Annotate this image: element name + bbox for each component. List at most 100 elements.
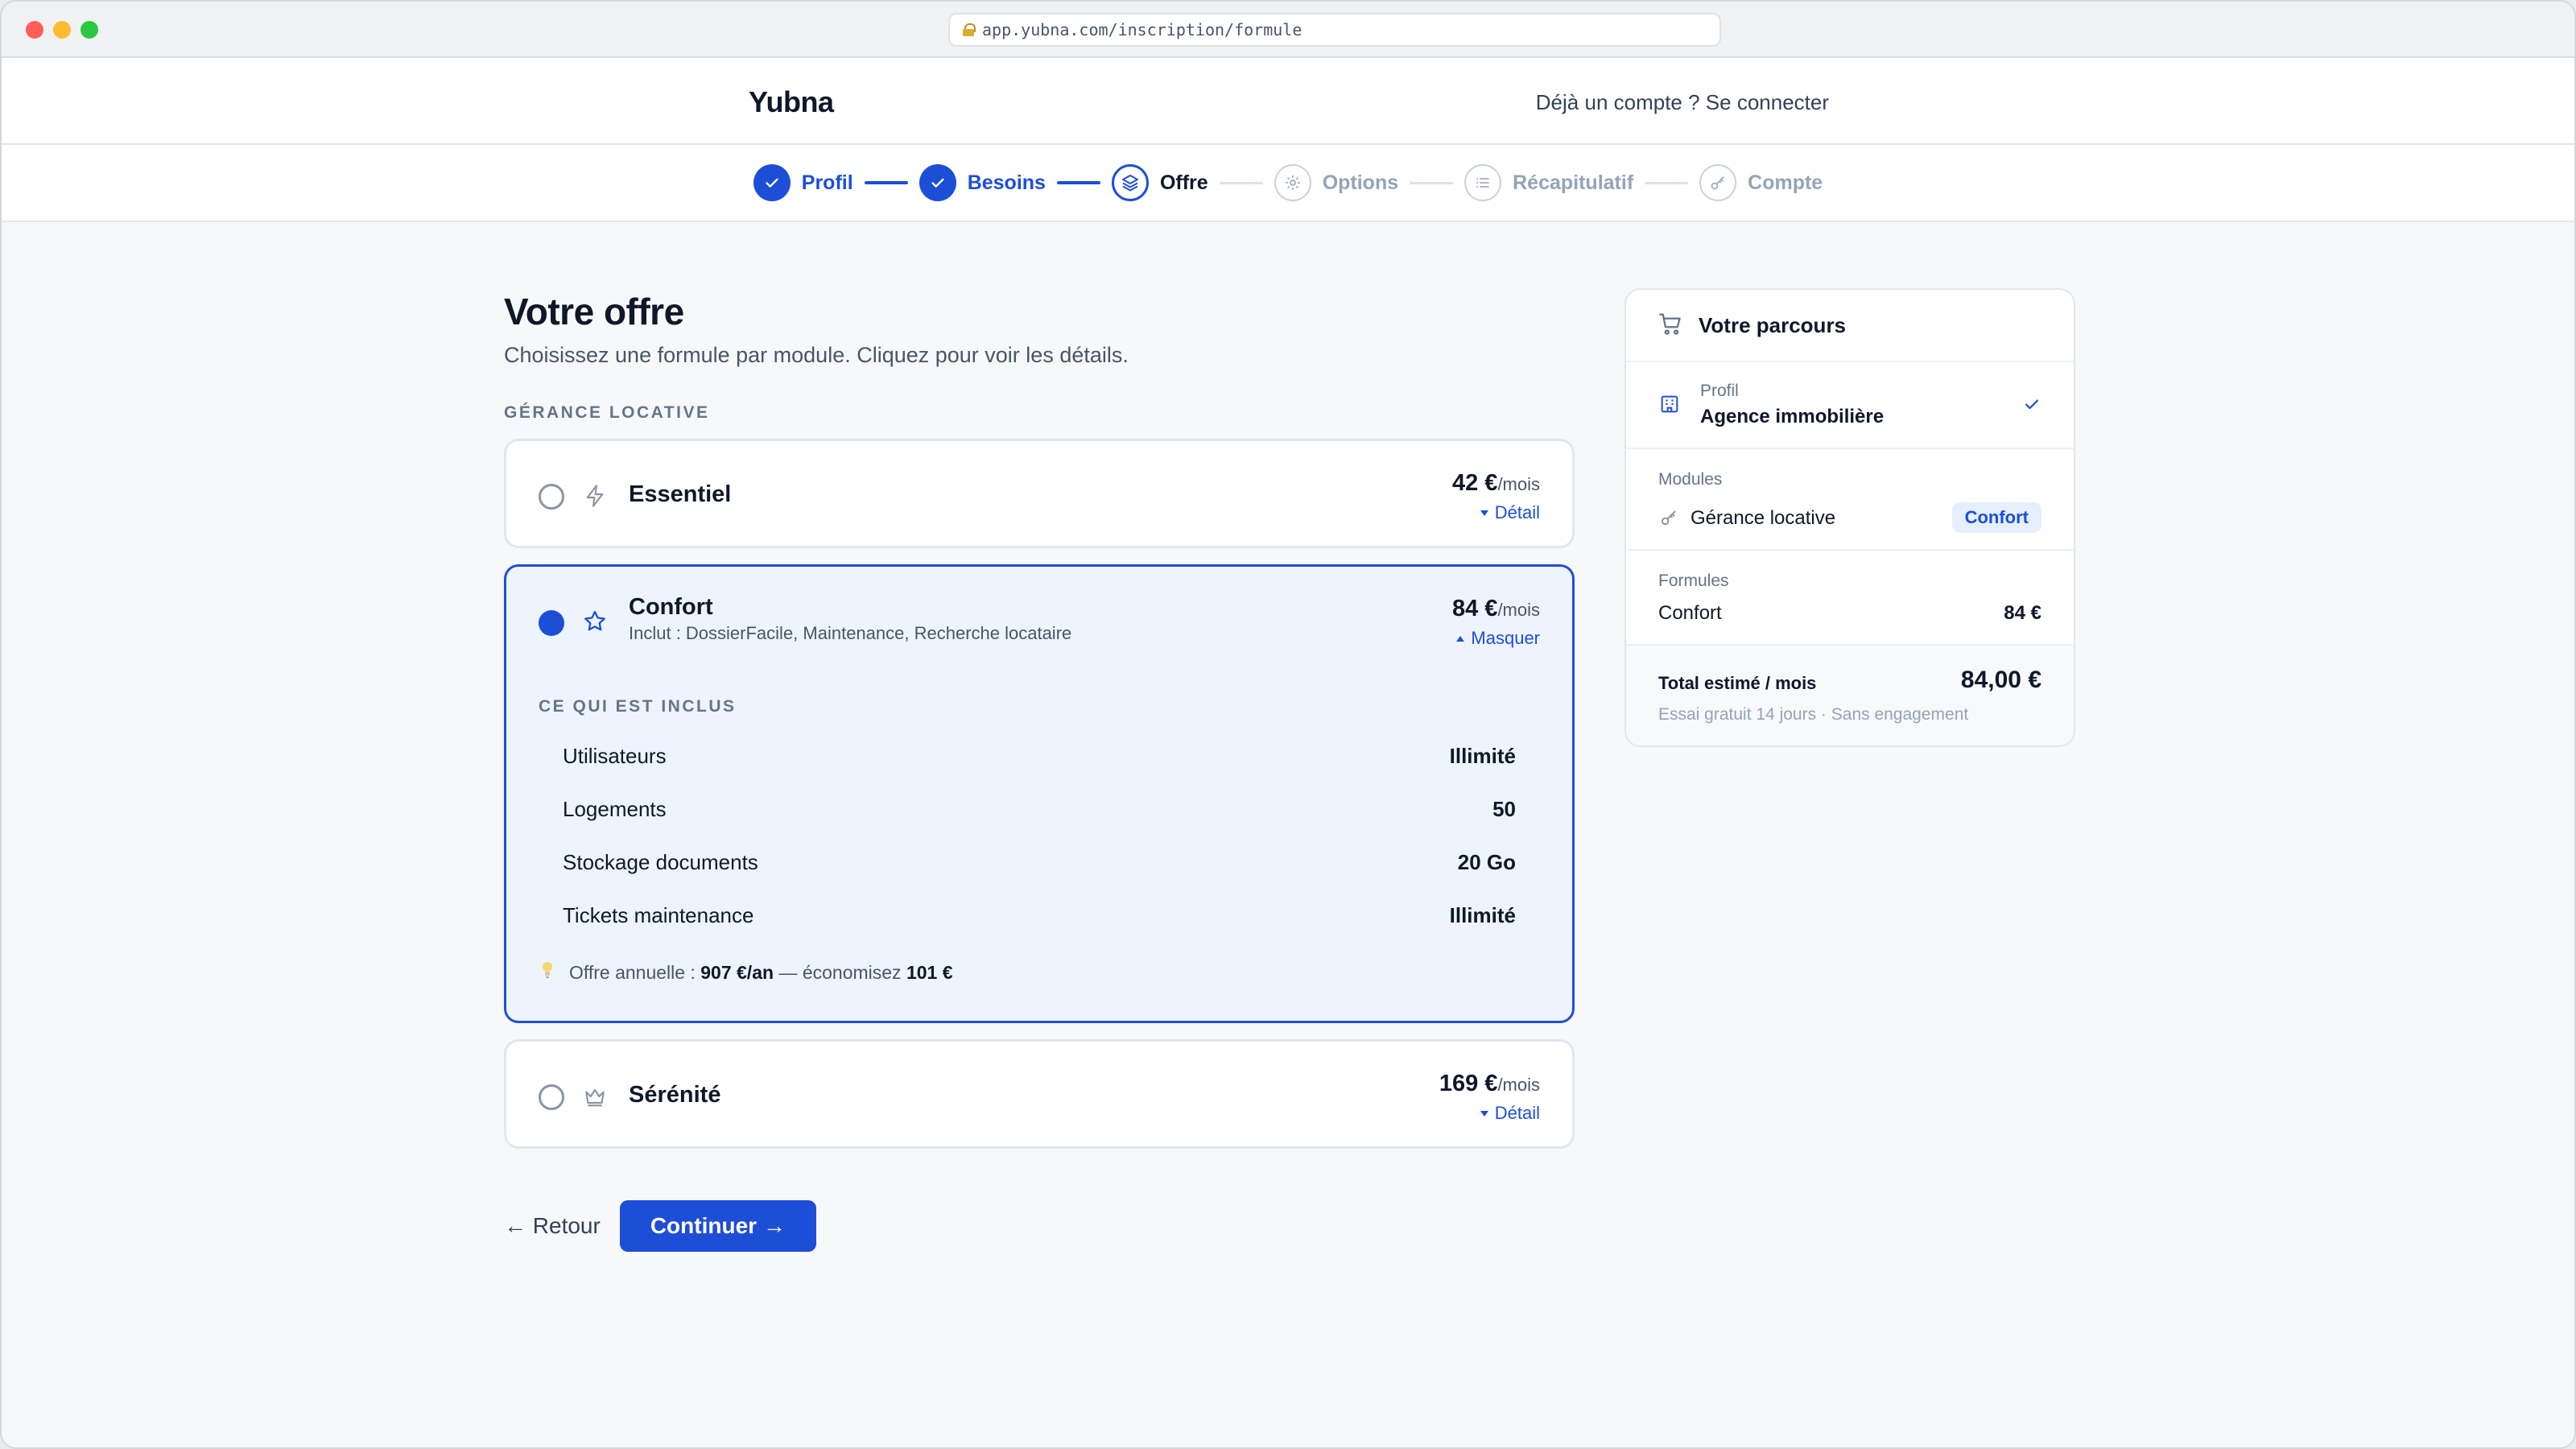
step-label: Options (1322, 171, 1399, 194)
sidebar-formulas: Formules Confort 84 € (1626, 551, 2074, 646)
plan-card-serenite[interactable]: Sérénité 169 €/mois Détail (504, 1039, 1575, 1149)
back-button[interactable]: ← Retour (504, 1213, 601, 1239)
price-period: /mois (1497, 600, 1540, 620)
included-label: CE QUI EST INCLUS (539, 697, 737, 716)
step-label: Besoins (967, 171, 1046, 194)
feature-label: Tickets maintenance (563, 903, 754, 927)
app-header: Yubna Déjà un compte ? Se connecter (2, 58, 2574, 145)
feature-value: 50 (1492, 797, 1516, 821)
step-besoins[interactable]: Besoins (919, 164, 1046, 201)
caret-down-icon (1480, 510, 1488, 516)
browser-chrome: app.yubna.com/inscription/formule (2, 2, 2574, 58)
summary-sidebar: Votre parcours Profil Agence immobilière… (1624, 288, 2075, 747)
module-name: Gérance locative (1690, 507, 1836, 529)
formulas-label: Formules (1658, 572, 1729, 590)
form-actions: ← Retour Continuer → (504, 1200, 1575, 1252)
plan-card-essentiel[interactable]: Essentiel 42 €/mois Détail (504, 439, 1575, 548)
formula-name: Confort (1658, 602, 1722, 624)
step-label: Profil (801, 171, 853, 194)
url-text: app.yubna.com/inscription/formule (982, 20, 1302, 39)
sidebar-header: Votre parcours (1626, 290, 2074, 362)
feature-value: Illimité (1449, 903, 1516, 927)
check-icon (2022, 394, 2041, 418)
step-label: Compte (1748, 171, 1823, 194)
key-icon (1658, 507, 1679, 532)
plan-radio[interactable] (539, 484, 564, 510)
step-options[interactable]: Options (1274, 164, 1398, 201)
annual-middle: — économisez (778, 961, 902, 983)
hide-toggle[interactable]: Masquer (1456, 628, 1540, 649)
sidebar-profile: Profil Agence immobilière (1626, 362, 2074, 449)
crown-icon (582, 1084, 608, 1109)
detail-toggle[interactable]: Détail (1480, 1103, 1540, 1124)
toggle-label: Masquer (1471, 628, 1540, 648)
plan-radio-selected[interactable] (539, 610, 564, 636)
feature-row: Tickets maintenance Illimité (563, 903, 1516, 928)
plan-name: Confort (629, 594, 713, 620)
step-connector (1056, 181, 1100, 184)
building-icon (1658, 393, 1681, 419)
step-label: Récapitulatif (1513, 171, 1634, 194)
total-label: Total estimé / mois (1658, 673, 1817, 693)
close-window-button[interactable] (26, 21, 43, 39)
toggle-label: Détail (1494, 502, 1540, 522)
feature-label: Stockage documents (563, 850, 758, 874)
browser-window: app.yubna.com/inscription/formule Yubna … (0, 0, 2576, 1449)
feature-row: Utilisateurs Illimité (563, 744, 1516, 769)
price-period: /mois (1497, 1075, 1540, 1095)
sidebar-title: Votre parcours (1699, 312, 1847, 337)
feature-label: Utilisateurs (563, 744, 667, 768)
plan-price: 169 €/mois (1439, 1071, 1540, 1097)
step-profil[interactable]: Profil (753, 164, 853, 201)
page-subtitle: Choisissez une formule par module. Cliqu… (504, 343, 1129, 367)
feature-row: Logements 50 (563, 797, 1516, 822)
main-content: Votre offre Choisissez une formule par m… (504, 283, 1575, 1252)
brand-logo[interactable]: Yubna (749, 85, 834, 119)
lightbulb-icon (540, 960, 555, 985)
total-note: Essai gratuit 14 jours · Sans engagement (1658, 705, 1969, 724)
list-icon (1464, 164, 1502, 201)
plan-card-confort[interactable]: Confort Inclut : DossierFacile, Maintena… (504, 564, 1575, 1023)
total-value: 84,00 € (1960, 667, 2041, 693)
module-plan-badge: Confort (1951, 502, 2041, 533)
plan-includes: Inclut : DossierFacile, Maintenance, Rec… (629, 623, 1072, 643)
page-title: Votre offre (504, 291, 684, 332)
login-link[interactable]: Déjà un compte ? Se connecter (1536, 90, 1829, 115)
plan-name: Essentiel (629, 481, 732, 507)
feature-label: Logements (563, 797, 667, 821)
continue-button[interactable]: Continuer → (619, 1200, 816, 1252)
plan-price: 42 €/mois (1452, 470, 1540, 497)
profile-label: Profil (1700, 382, 1739, 400)
key-icon (1699, 164, 1737, 201)
step-connector (1410, 181, 1454, 184)
caret-up-icon (1456, 635, 1465, 642)
sidebar-modules: Modules Gérance locative Confort (1626, 449, 2074, 551)
cart-icon (1657, 310, 1684, 341)
plan-radio[interactable] (539, 1084, 564, 1110)
detail-toggle[interactable]: Détail (1480, 502, 1540, 523)
annual-saving: 101 € (906, 961, 953, 983)
step-recapitulatif[interactable]: Récapitulatif (1464, 164, 1633, 201)
step-offre[interactable]: Offre (1111, 164, 1208, 201)
feature-value: 20 Go (1457, 850, 1516, 874)
step-connector (1645, 181, 1689, 184)
gear-icon (1274, 164, 1311, 201)
step-label: Offre (1159, 171, 1208, 194)
feature-row: Stockage documents 20 Go (563, 850, 1516, 875)
address-bar[interactable]: app.yubna.com/inscription/formule (948, 13, 1721, 47)
check-icon (753, 164, 791, 201)
bolt-icon (582, 483, 608, 509)
sidebar-total: Total estimé / mois 84,00 € Essai gratui… (1626, 646, 2074, 745)
profile-value: Agence immobilière (1700, 406, 1885, 427)
step-compte[interactable]: Compte (1699, 164, 1823, 201)
maximize-window-button[interactable] (80, 21, 98, 39)
plan-price: 84 €/mois (1452, 596, 1540, 622)
star-icon (582, 609, 608, 634)
feature-value: Illimité (1449, 744, 1516, 768)
plan-name: Sérénité (629, 1082, 721, 1108)
price-amount: 169 € (1439, 1071, 1498, 1096)
formula-price: 84 € (2004, 602, 2041, 624)
minimize-window-button[interactable] (53, 21, 71, 39)
modules-label: Modules (1658, 470, 1723, 489)
price-amount: 84 € (1451, 596, 1498, 621)
